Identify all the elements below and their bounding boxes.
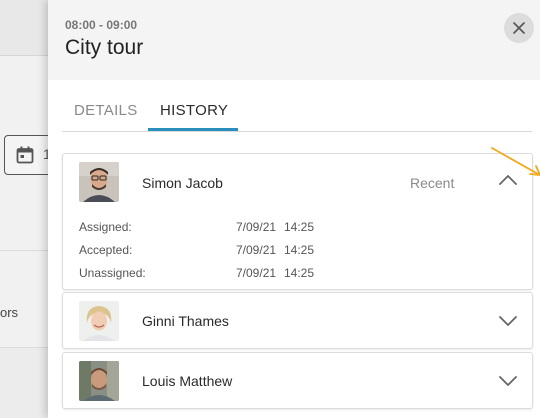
history-card[interactable]: Louis Matthew xyxy=(62,352,533,409)
person-name: Simon Jacob xyxy=(142,175,223,191)
event-label: Assigned: xyxy=(79,220,132,234)
shift-drawer: 08:00 - 09:00 City tour DETAILS HISTORY xyxy=(48,0,540,418)
chevron-down-icon[interactable] xyxy=(498,375,518,387)
time-range: 08:00 - 09:00 xyxy=(65,18,138,32)
event-time: 14:25 xyxy=(284,243,315,257)
event-label: Unassigned: xyxy=(79,266,146,280)
history-event-row: Unassigned: 7/09/21 14:25 xyxy=(79,266,519,282)
event-date: 7/09/21 xyxy=(236,220,277,234)
history-event-row: Accepted: 7/09/21 14:25 xyxy=(79,243,519,259)
drawer-title: City tour xyxy=(65,36,144,59)
event-date: 7/09/21 xyxy=(236,266,277,280)
recent-badge: Recent xyxy=(410,175,455,191)
background-row-text: ors xyxy=(0,305,19,320)
annotation-arrow-icon xyxy=(491,147,540,176)
chevron-down-icon[interactable] xyxy=(498,315,518,327)
tab-bar: DETAILS HISTORY xyxy=(62,92,532,132)
history-card[interactable]: Ginni Thames xyxy=(62,292,533,349)
history-event-row: Assigned: 7/09/21 14:25 xyxy=(79,220,519,236)
close-button[interactable] xyxy=(504,13,534,43)
background-date-picker[interactable]: 1 xyxy=(4,135,54,175)
tab-history[interactable]: HISTORY xyxy=(160,102,228,119)
person-name: Ginni Thames xyxy=(142,313,229,329)
event-time: 14:25 xyxy=(284,220,315,234)
tab-details[interactable]: DETAILS xyxy=(74,102,138,119)
drawer-header: 08:00 - 09:00 City tour xyxy=(48,0,540,80)
calendar-icon xyxy=(16,146,34,164)
event-date: 7/09/21 xyxy=(236,243,277,257)
person-name: Louis Matthew xyxy=(142,373,233,389)
avatar xyxy=(79,361,119,401)
history-card: Simon Jacob Recent Assigned: 7/09/21 14:… xyxy=(62,153,533,290)
avatar xyxy=(79,162,119,202)
active-tab-indicator xyxy=(148,128,238,131)
close-icon xyxy=(513,22,525,34)
event-label: Accepted: xyxy=(79,243,133,257)
avatar xyxy=(79,301,119,341)
event-time: 14:25 xyxy=(284,266,315,280)
